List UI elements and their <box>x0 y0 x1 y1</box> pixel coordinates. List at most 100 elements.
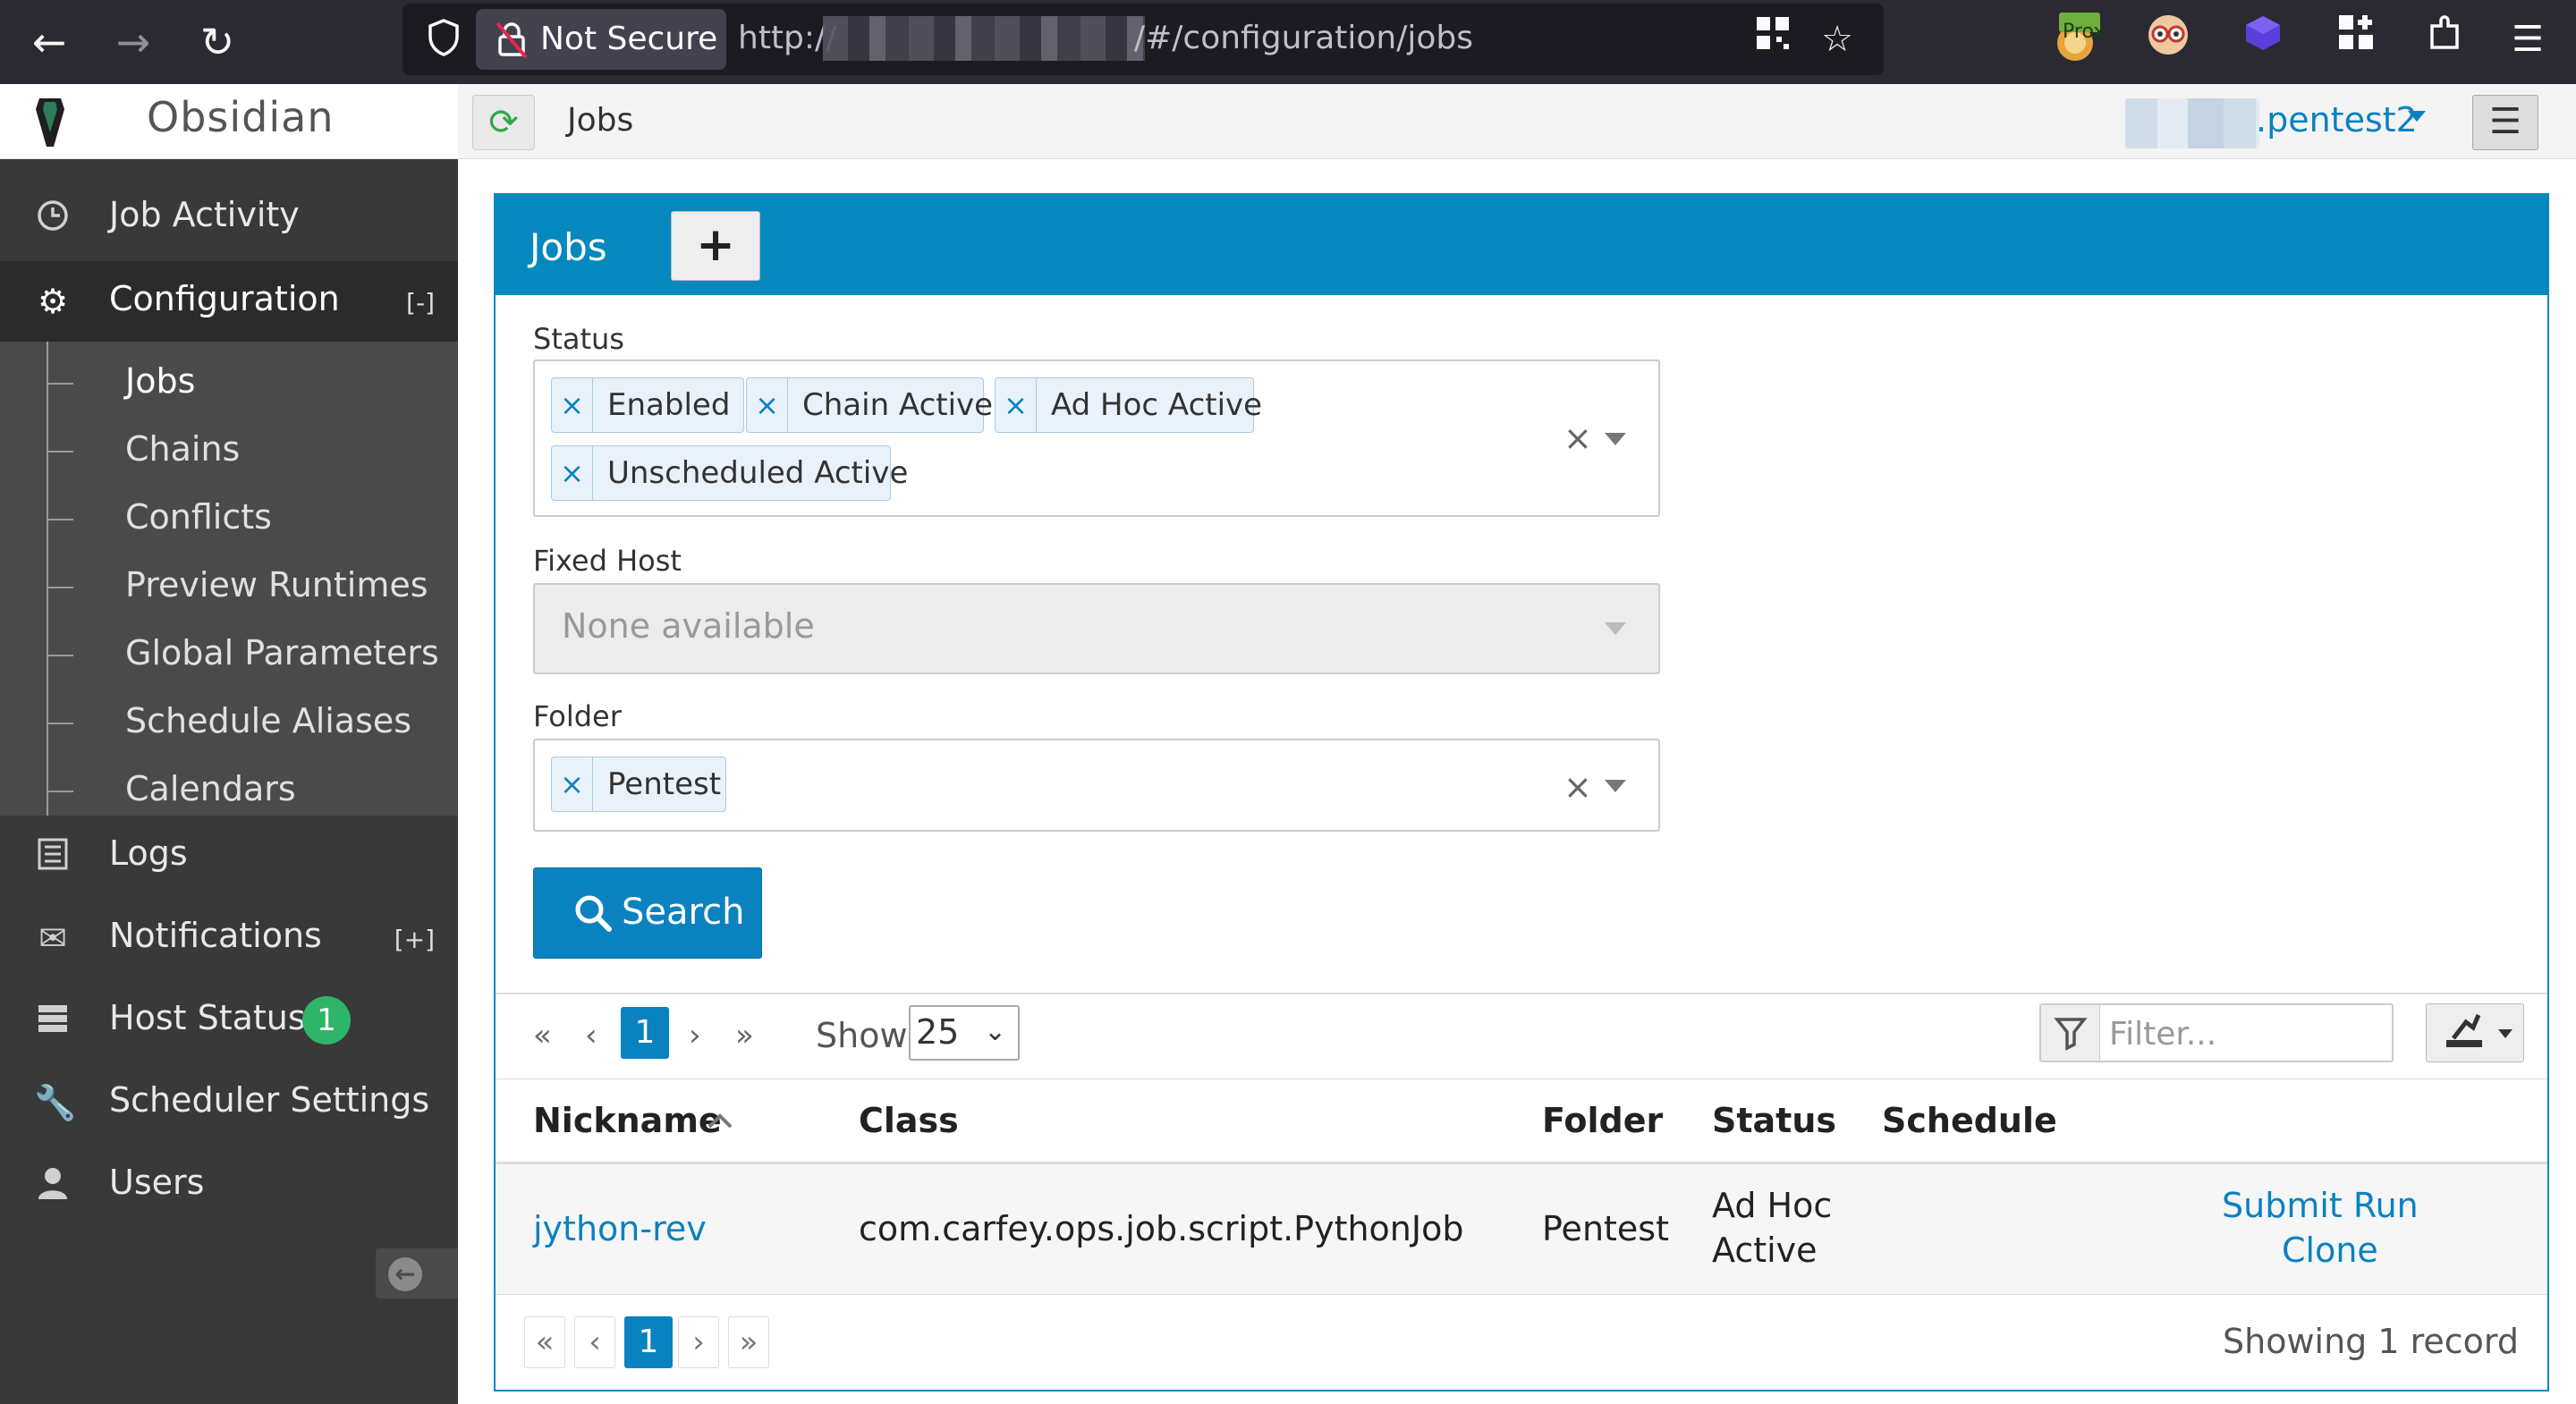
face-extension-icon[interactable] <box>2141 13 2195 66</box>
remove-chip-icon[interactable]: × <box>747 378 788 432</box>
bookmark-star-icon[interactable]: ☆ <box>1810 13 1864 66</box>
status-label: Status <box>533 322 624 356</box>
job-status-line2: Active <box>1712 1231 1818 1270</box>
sidebar-item-users[interactable]: Users <box>0 1145 458 1225</box>
menu-toggle-button[interactable]: ☰ <box>2472 95 2538 150</box>
status-badge: 1 <box>302 996 351 1045</box>
configuration-submenu: Jobs Chains Conflicts Preview Runtimes G… <box>0 342 458 816</box>
proxy-extension-icon[interactable]: Prox <box>2050 13 2105 66</box>
chevron-down-icon: ⌄ <box>984 1016 1007 1047</box>
url-path: /#/configuration/jobs <box>1134 20 1473 56</box>
arrow-left-icon: ← <box>388 1257 422 1291</box>
submenu-item-chains[interactable]: Chains <box>0 417 458 485</box>
brand-name: Obsidian <box>147 93 335 141</box>
chevron-down-icon[interactable] <box>2408 111 2426 122</box>
submenu-item-conflicts[interactable]: Conflicts <box>0 485 458 553</box>
reload-icon[interactable]: ↻ <box>188 13 247 72</box>
column-header-schedule[interactable]: Schedule <box>1882 1101 2057 1140</box>
pager-next[interactable]: › <box>689 1018 701 1053</box>
pager-last[interactable]: » <box>735 1018 754 1053</box>
brand-header[interactable]: Obsidian <box>0 84 458 159</box>
page-size-select[interactable]: 25 ⌄ <box>909 1005 1020 1061</box>
submenu-item-label: Preview Runtimes <box>125 565 428 605</box>
remove-chip-icon[interactable]: × <box>552 378 593 432</box>
sidebar-item-label: Notifications <box>109 916 322 955</box>
address-bar[interactable]: Not Secure http:// /#/configuration/jobs… <box>402 4 1884 75</box>
funnel-icon <box>2041 1005 2100 1061</box>
security-indicator[interactable]: Not Secure <box>476 9 726 70</box>
submenu-item-jobs[interactable]: Jobs <box>0 349 458 417</box>
column-header-status[interactable]: Status <box>1712 1101 1836 1140</box>
expand-toggle[interactable]: [+] <box>394 925 435 954</box>
extensions-grid-icon[interactable] <box>2329 13 2383 66</box>
submenu-item-preview-runtimes[interactable]: Preview Runtimes <box>0 553 458 621</box>
remove-chip-icon[interactable]: × <box>552 757 593 811</box>
folder-multiselect[interactable]: × Pentest × <box>533 739 1660 832</box>
submit-run-link[interactable]: Submit Run <box>2222 1186 2419 1225</box>
submenu-item-label: Conflicts <box>125 497 272 537</box>
sidebar-item-notifications[interactable]: ✉ Notifications [+] <box>0 898 458 978</box>
submenu-item-schedule-aliases[interactable]: Schedule Aliases <box>0 689 458 757</box>
submenu-item-calendars[interactable]: Calendars <box>0 757 458 825</box>
pager-current[interactable]: 1 <box>624 1316 673 1368</box>
user-icon <box>34 1166 72 1204</box>
pager-current[interactable]: 1 <box>621 1007 669 1059</box>
clear-icon[interactable]: × <box>1563 767 1592 807</box>
pager-prev[interactable]: ‹ <box>574 1316 615 1368</box>
pager-first[interactable]: « <box>533 1018 552 1053</box>
column-header-nickname[interactable]: Nickname <box>533 1101 722 1140</box>
filter-input[interactable]: Filter... <box>2109 1016 2216 1053</box>
table-header: Nickname Class Folder Status Schedule <box>496 1078 2547 1164</box>
table-footer: « ‹ 1 › » Showing 1 record <box>496 1295 2547 1390</box>
status-multiselect[interactable]: × Enabled × Chain Active × Ad Hoc Active… <box>533 359 1660 517</box>
export-button[interactable] <box>2426 1003 2524 1062</box>
search-button[interactable]: Search <box>533 867 762 959</box>
clear-icon[interactable]: × <box>1563 419 1592 458</box>
sidebar-item-job-activity[interactable]: Job Activity <box>0 177 458 258</box>
pager-prev[interactable]: ‹ <box>585 1018 597 1053</box>
sidebar-item-label: Host Status <box>109 998 306 1037</box>
security-label: Not Secure <box>540 21 718 57</box>
sidebar-item-configuration[interactable]: ⚙ Configuration [-] <box>0 261 458 342</box>
pager-last[interactable]: » <box>728 1316 769 1368</box>
back-arrow-icon[interactable]: ← <box>20 13 79 72</box>
fixed-host-select[interactable]: None available <box>533 583 1660 674</box>
jobs-panel: Jobs + Status × Enabled × Chain Active ×… <box>494 193 2549 1391</box>
cube-extension-icon[interactable] <box>2236 13 2290 66</box>
chevron-down-icon[interactable] <box>1605 622 1626 635</box>
pager-first[interactable]: « <box>524 1316 565 1368</box>
puzzle-extension-icon[interactable] <box>2419 13 2472 66</box>
job-class: com.carfey.ops.job.script.PythonJob <box>859 1209 1464 1248</box>
chevron-down-icon[interactable] <box>1605 433 1626 445</box>
browser-toolbar: ← → ↻ Not Secure http:// /#/configuratio… <box>0 0 2576 84</box>
submenu-item-global-parameters[interactable]: Global Parameters <box>0 621 458 689</box>
sidebar-collapse-button[interactable]: ← <box>376 1248 458 1298</box>
remove-chip-icon[interactable]: × <box>552 446 593 500</box>
sidebar-item-host-status[interactable]: Host Status 1 <box>0 980 458 1061</box>
column-header-folder[interactable]: Folder <box>1542 1101 1663 1140</box>
remove-chip-icon[interactable]: × <box>996 378 1037 432</box>
sidebar-item-scheduler-settings[interactable]: 🔧 Scheduler Settings <box>0 1062 458 1143</box>
job-nickname-link[interactable]: jython-rev <box>533 1209 707 1248</box>
refresh-button[interactable]: ⟳ <box>472 95 535 150</box>
forward-arrow-icon[interactable]: → <box>104 13 163 72</box>
pager-next[interactable]: › <box>678 1316 719 1368</box>
redacted-username <box>2125 98 2259 148</box>
submenu-item-label: Global Parameters <box>125 633 439 672</box>
clone-link[interactable]: Clone <box>2282 1231 2378 1270</box>
sidebar-item-logs[interactable]: Logs <box>0 816 458 896</box>
qr-code-icon[interactable] <box>1746 13 1800 66</box>
add-job-button[interactable]: + <box>671 211 760 281</box>
filter-field[interactable]: Filter... <box>2039 1003 2394 1062</box>
column-header-class[interactable]: Class <box>859 1101 959 1140</box>
export-icon <box>2446 1014 2512 1047</box>
shield-icon[interactable] <box>422 18 465 61</box>
user-menu[interactable]: .pentest2 <box>2256 100 2418 140</box>
show-label: Show <box>816 1016 908 1055</box>
collapse-toggle[interactable]: [-] <box>406 288 435 317</box>
chevron-down-icon[interactable] <box>1605 780 1626 792</box>
panel-header: Jobs + <box>496 195 2547 295</box>
server-icon <box>34 1002 72 1039</box>
sort-asc-icon[interactable] <box>707 1112 733 1129</box>
app-menu-icon[interactable]: ☰ <box>2501 13 2555 66</box>
